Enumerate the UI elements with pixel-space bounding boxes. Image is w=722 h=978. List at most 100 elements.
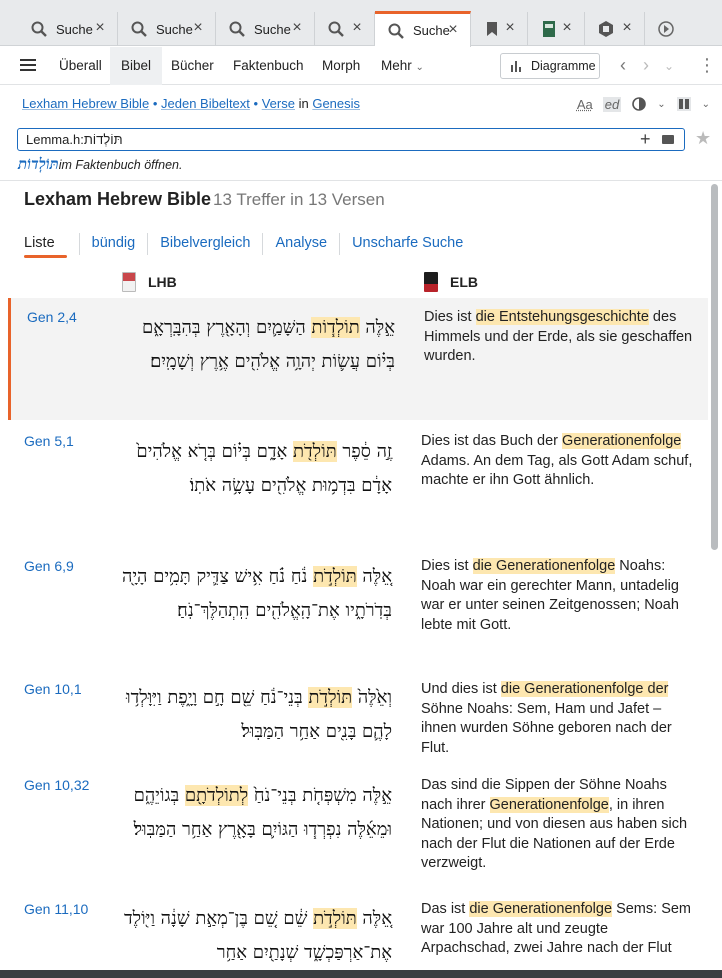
separator: • xyxy=(253,96,259,111)
tab-label: Suche xyxy=(156,21,193,37)
verse-text: זֶ֣ה סֵ֔פֶר xyxy=(336,441,392,462)
tab-bookmark[interactable]: × xyxy=(471,12,528,46)
back-arrow-icon[interactable]: ‹ xyxy=(620,55,626,76)
scrollbar-thumb[interactable] xyxy=(711,184,718,550)
german-verse: Dies ist die Entstehungsgeschichte des H… xyxy=(424,308,700,367)
book-link[interactable]: Genesis xyxy=(312,96,360,111)
verse-text: וְאֵ֙לֶּה֙ xyxy=(352,687,392,708)
nav-bibel[interactable]: Bibel xyxy=(110,47,163,85)
visual-filter-icon[interactable] xyxy=(631,96,647,112)
add-icon[interactable]: + xyxy=(640,129,651,150)
search-hit: die Generationenfolge der xyxy=(500,681,669,697)
status-bar xyxy=(0,970,722,978)
tab-hexagon[interactable]: × xyxy=(585,12,645,46)
result-view-tabs: Liste bündig Bibelvergleich Analyse Unsc… xyxy=(24,233,475,258)
german-verse: Das ist die Generationenfolge Sems: Sem … xyxy=(421,900,697,959)
chevron-down-icon[interactable]: ⌄ xyxy=(657,99,665,110)
tab-search-4[interactable]: × xyxy=(315,12,375,46)
faktenbuch-hint: תּוֹלְדוֹתim Faktenbuch öffnen. xyxy=(18,155,182,174)
lhb-book-icon xyxy=(122,272,136,292)
nav-faktenbuch[interactable]: Faktenbuch xyxy=(233,47,304,85)
elb-book-icon xyxy=(424,272,438,292)
search-hit: תּוֹלְדֹ֣ת xyxy=(313,566,357,587)
hebrew-verse: אֵ֣לֶּה תוֹלְד֧וֹת הַשָּׁמַ֛יִם וְהָאָ֖ר… xyxy=(123,311,395,379)
nav-ueberall[interactable]: Überall xyxy=(59,47,102,85)
tab-strip: Suche × Suche × Suche × × Suche × × × × xyxy=(0,0,722,47)
verse-reference[interactable]: Gen 5,1 xyxy=(24,433,74,449)
tab-buendig[interactable]: bündig xyxy=(78,233,148,255)
history-dropdown-icon[interactable]: ⌄ xyxy=(664,59,674,73)
result-row[interactable]: Gen 6,9 אֵ֚לֶּה תּוֹלְדֹ֣ת נֹ֔חַ נֹ֗חַ א… xyxy=(0,546,708,670)
verse-reference[interactable]: Gen 6,9 xyxy=(24,558,74,574)
diagram-button-label: Diagramme xyxy=(531,59,596,73)
result-row[interactable]: Gen 2,4 אֵ֣לֶּה תוֹלְד֧וֹת הַשָּׁמַ֛יִם … xyxy=(8,298,708,420)
split-view-icon[interactable] xyxy=(676,96,692,112)
verse-text: Und dies ist xyxy=(421,681,501,697)
nav-mehr[interactable]: Mehr ⌄ xyxy=(381,47,424,85)
search-hit: תּוֹלְדֹ֖ת xyxy=(293,441,337,462)
divider xyxy=(0,180,722,181)
diagram-button[interactable]: Diagramme xyxy=(500,53,600,79)
close-icon[interactable]: × xyxy=(503,20,517,36)
scope-link[interactable]: Jeden Bibeltext xyxy=(161,96,250,111)
results-title: Lexham Hebrew Bible xyxy=(24,189,212,209)
close-icon[interactable]: × xyxy=(191,20,205,36)
interlinear-icon[interactable]: ed xyxy=(602,96,622,112)
tab-analyse[interactable]: Analyse xyxy=(262,233,339,255)
verse-reference[interactable]: Gen 2,4 xyxy=(27,309,77,325)
tab-media[interactable] xyxy=(645,12,722,46)
nav-buecher[interactable]: Bücher xyxy=(171,47,214,85)
tab-search-active[interactable]: Suche × xyxy=(375,11,471,47)
search-hit: תּוֹלְדֹ֣ת xyxy=(313,908,357,929)
column-header-lhb: LHB xyxy=(122,272,177,292)
forward-arrow-icon[interactable]: › xyxy=(643,55,649,76)
german-verse: Das sind die Sippen der Söhne Noahs nach… xyxy=(421,776,697,874)
chevron-down-icon[interactable]: ⌄ xyxy=(702,99,710,110)
tab-search-1[interactable]: Suche × xyxy=(18,12,118,46)
tab-book[interactable]: × xyxy=(528,12,585,46)
tab-search-3[interactable]: Suche × xyxy=(216,12,315,46)
chevron-down-icon: ⌄ xyxy=(415,62,424,73)
close-icon[interactable]: × xyxy=(350,20,364,36)
verse-reference[interactable]: Gen 10,32 xyxy=(24,777,89,793)
search-hit: die Generationenfolge xyxy=(469,901,613,917)
close-icon[interactable]: × xyxy=(93,20,107,36)
tab-liste[interactable]: Liste xyxy=(24,233,67,258)
keyboard-icon[interactable] xyxy=(662,135,674,144)
verse-text: Dies ist xyxy=(421,558,473,574)
star-icon[interactable]: ★ xyxy=(695,128,711,149)
result-row[interactable]: Gen 10,1 וְאֵ֙לֶּה֙ תּוֹלְדֹ֣ת בְּנֵי־נֹ… xyxy=(0,670,708,765)
search-input[interactable]: Lemma.h:תּוֹלְדוֹת xyxy=(17,128,685,151)
faktenbuch-link[interactable]: תּוֹלְדוֹת xyxy=(18,155,59,173)
result-row[interactable]: Gen 5,1 זֶ֣ה סֵ֔פֶר תּוֹלְדֹ֖ת אָדָ֑ם בְ… xyxy=(0,422,708,546)
menu-icon[interactable] xyxy=(20,59,36,71)
result-row[interactable]: Gen 11,10 אֵ֚לֶּה תּוֹלְדֹ֣ת שֵׁ֔ם שֵׁ֚ם… xyxy=(0,890,708,970)
resource-bible-link[interactable]: Lexham Hebrew Bible xyxy=(22,96,149,111)
search-icon xyxy=(328,21,344,37)
verse-text: Das ist xyxy=(421,901,470,917)
verse-text: אֵ֚לֶּה xyxy=(356,566,392,587)
close-icon[interactable]: × xyxy=(290,20,304,36)
hint-text: im Faktenbuch öffnen. xyxy=(58,158,183,172)
verse-text: Dies ist xyxy=(424,309,476,325)
verse-text: Söhne Noahs: Sem, Ham und Jafet – ihnen … xyxy=(421,700,672,756)
tab-bibelvergleich[interactable]: Bibelvergleich xyxy=(147,233,262,255)
close-icon[interactable]: × xyxy=(620,20,634,36)
hexagon-icon xyxy=(599,21,613,37)
tab-unscharfe-suche[interactable]: Unscharfe Suche xyxy=(339,233,475,255)
verse-reference[interactable]: Gen 11,10 xyxy=(24,901,88,917)
main-toolbar: Überall Bibel Bücher Faktenbuch Morph Me… xyxy=(0,47,722,85)
font-size-icon[interactable]: Aa xyxy=(577,97,593,112)
bookmark-icon xyxy=(487,22,497,36)
verse-reference[interactable]: Gen 10,1 xyxy=(24,681,82,697)
results-count: 13 Treffer in 13 Versen xyxy=(213,190,385,209)
nav-morph[interactable]: Morph xyxy=(322,47,360,85)
unit-link[interactable]: Verse xyxy=(262,96,295,111)
close-icon[interactable]: × xyxy=(446,22,460,38)
column-header-elb: ELB xyxy=(424,272,478,292)
more-options-icon[interactable]: ⋮ xyxy=(698,55,716,76)
close-icon[interactable]: × xyxy=(560,20,574,36)
verse-text: אֵ֣לֶּה מִשְׁפְּחֹ֤ת בְּנֵי־נֹחַ֙ xyxy=(248,785,392,806)
result-row[interactable]: Gen 10,32 אֵ֣לֶּה מִשְׁפְּחֹ֤ת בְּנֵי־נֹ… xyxy=(0,766,708,890)
tab-search-2[interactable]: Suche × xyxy=(118,12,216,46)
